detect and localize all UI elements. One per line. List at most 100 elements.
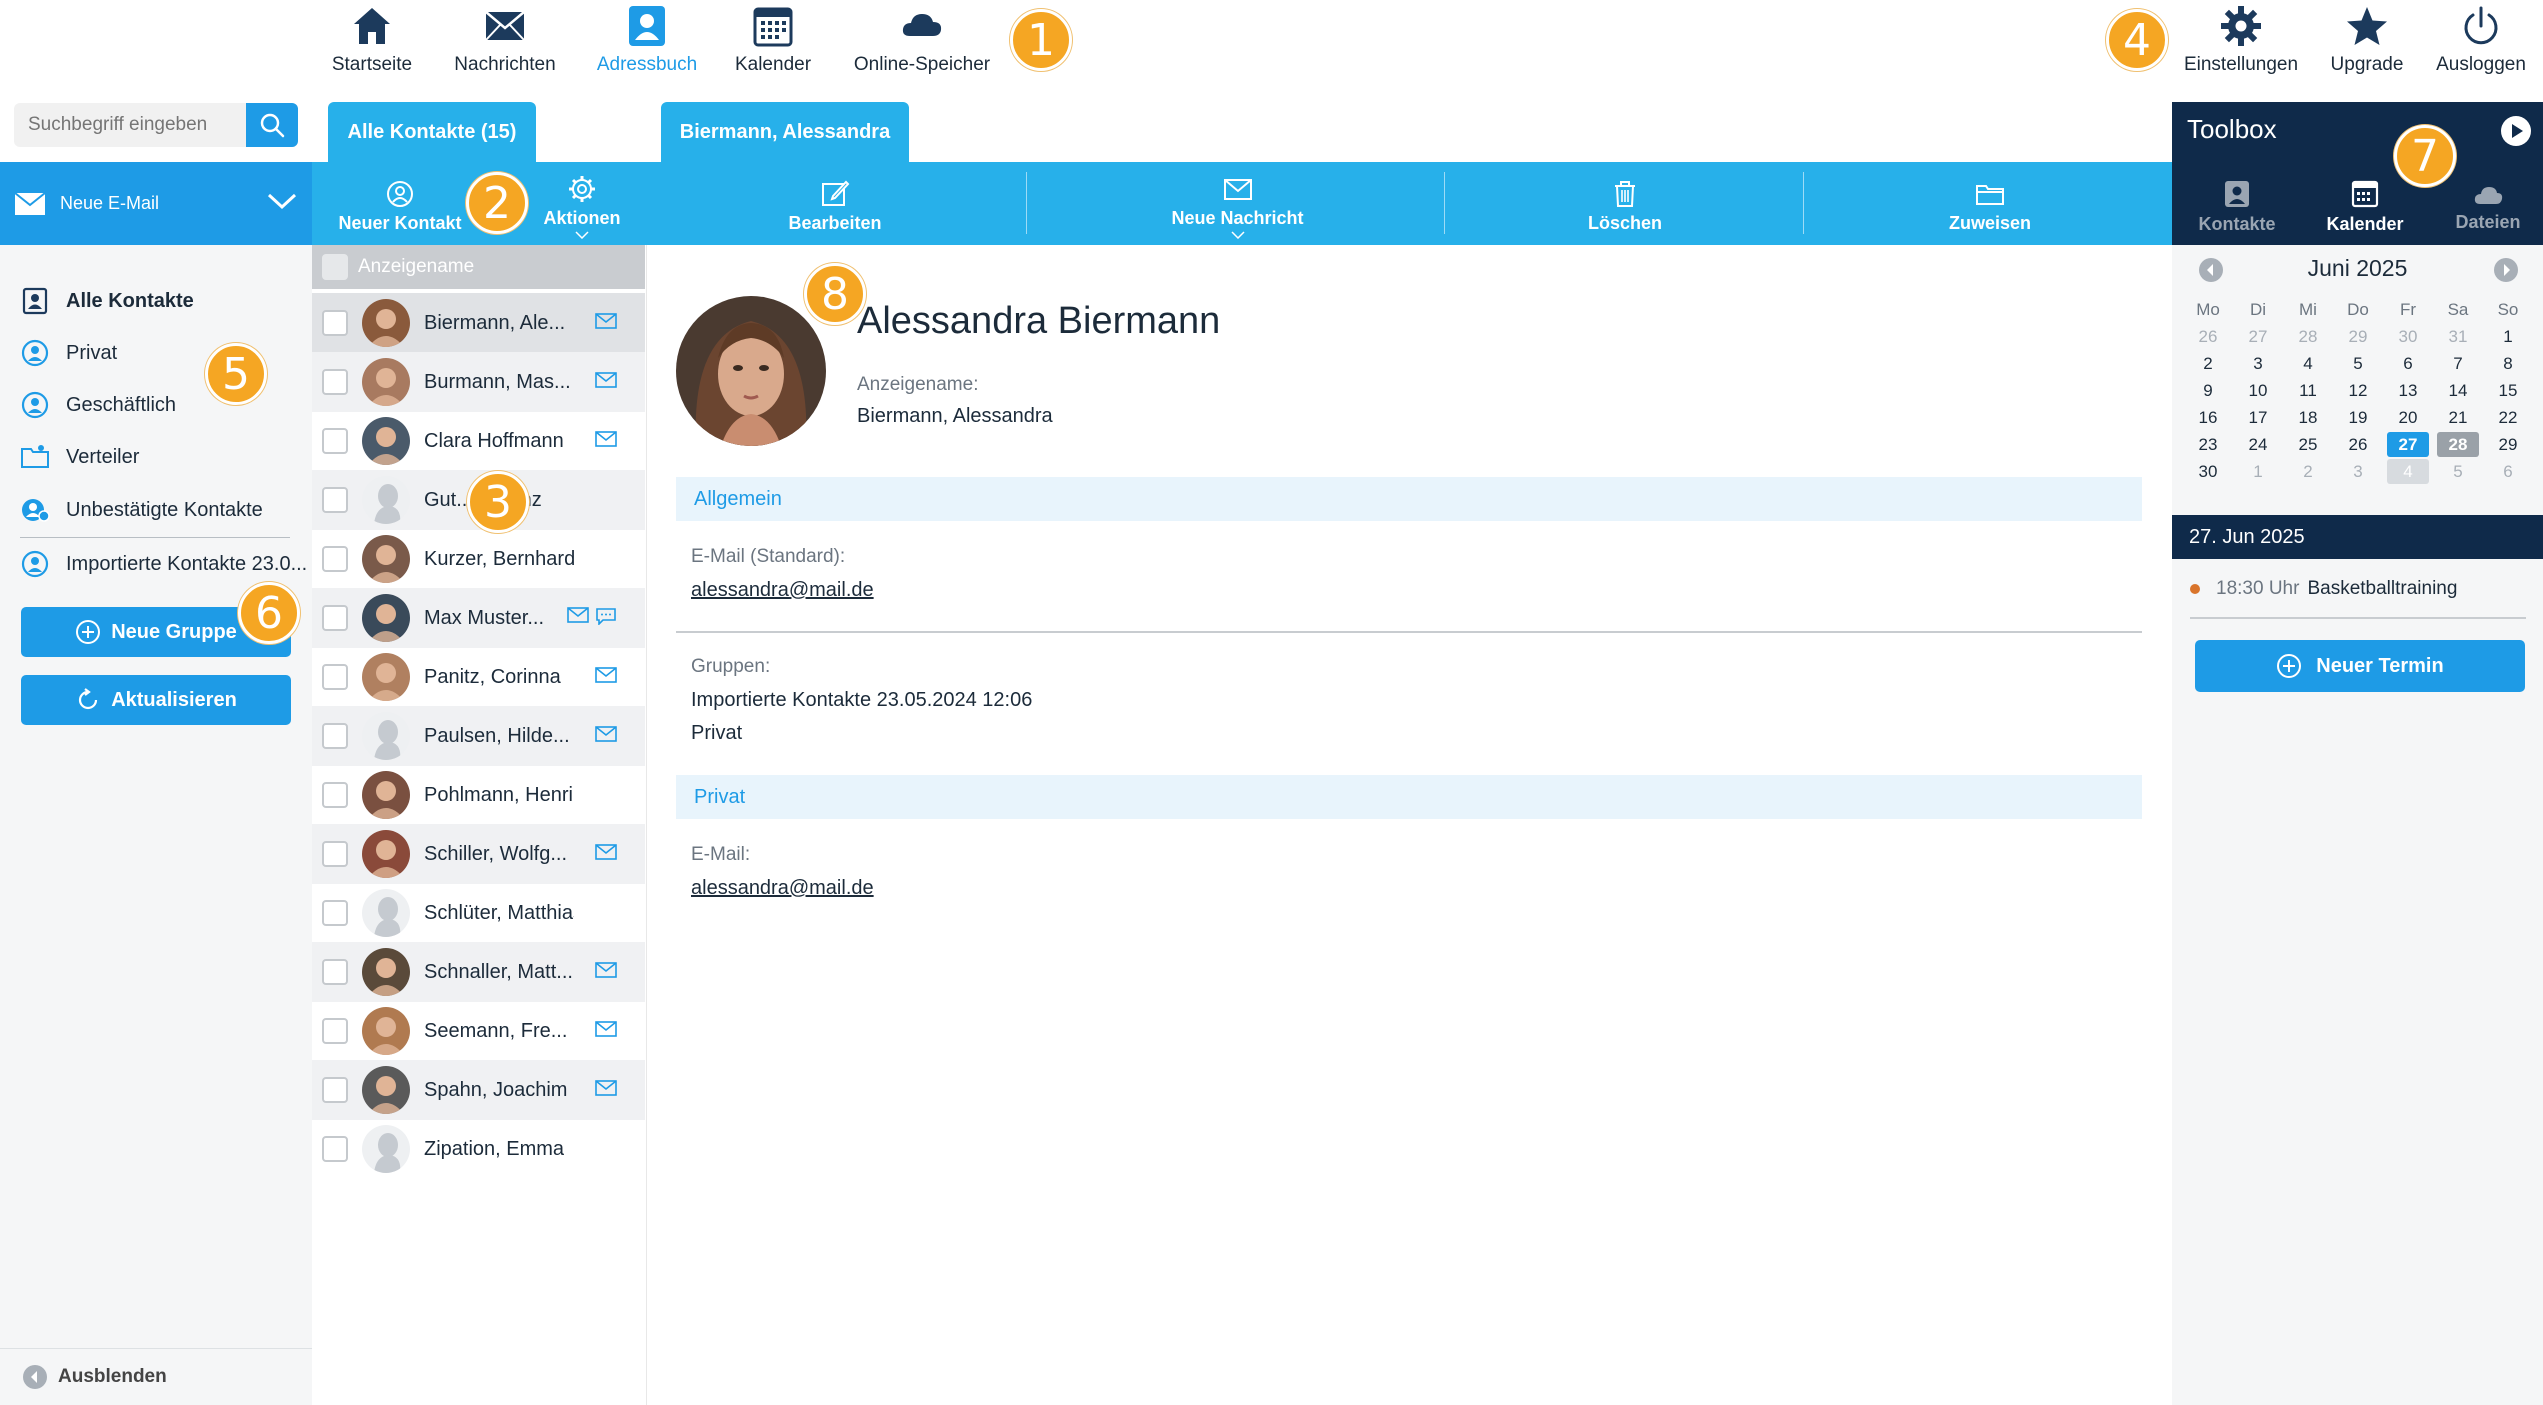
calendar-day[interactable]: 13 [2383, 377, 2433, 404]
calendar-day[interactable]: 27 [2233, 323, 2283, 350]
search-button[interactable] [246, 103, 298, 147]
play-icon[interactable] [2500, 115, 2532, 152]
nav-ausloggen[interactable]: Ausloggen [2430, 0, 2532, 100]
folder-verteiler[interactable]: Verteiler [20, 435, 139, 479]
mail-icon[interactable] [567, 606, 589, 630]
calendar-day[interactable]: 2 [2183, 350, 2233, 377]
contact-row[interactable]: Schiller, Wolfg... [312, 824, 645, 884]
row-checkbox[interactable] [322, 310, 348, 336]
calendar-day[interactable]: 26 [2183, 323, 2233, 350]
mail-icon[interactable] [595, 430, 617, 452]
contact-row[interactable]: Spahn, Joachim [312, 1060, 645, 1120]
mail-icon[interactable] [595, 666, 617, 688]
calendar-day[interactable]: 1 [2483, 323, 2533, 350]
calendar-day[interactable]: 28 [2283, 323, 2333, 350]
row-checkbox[interactable] [322, 369, 348, 395]
calendar-day[interactable]: 21 [2433, 404, 2483, 431]
new-contact-button[interactable]: Neuer Kontakt [333, 162, 467, 245]
calendar-day[interactable]: 23 [2183, 431, 2233, 458]
contact-row[interactable]: Schlüter, Matthias [312, 883, 645, 943]
mail-icon[interactable] [595, 312, 617, 334]
contact-row[interactable]: Seemann, Fre... [312, 1001, 645, 1061]
calendar-day[interactable]: 4 [2387, 459, 2429, 484]
calendar-day[interactable]: 31 [2433, 323, 2483, 350]
calendar-day[interactable]: 7 [2433, 350, 2483, 377]
calendar-day[interactable]: 5 [2333, 350, 2383, 377]
row-checkbox[interactable] [322, 900, 348, 926]
row-checkbox[interactable] [322, 959, 348, 985]
calendar-day[interactable]: 19 [2333, 404, 2383, 431]
nav-online-speicher[interactable]: Online-Speicher [842, 0, 1002, 100]
calendar-day[interactable]: 29 [2483, 431, 2533, 458]
calendar-day[interactable]: 3 [2333, 458, 2383, 485]
calendar-day[interactable]: 17 [2233, 404, 2283, 431]
calendar-day[interactable]: 28 [2437, 432, 2479, 457]
calendar-day[interactable]: 29 [2333, 323, 2383, 350]
calendar-day[interactable]: 22 [2483, 404, 2533, 431]
nav-nachrichten[interactable]: Nachrichten [448, 0, 562, 100]
calendar-day[interactable]: 20 [2383, 404, 2433, 431]
contact-row[interactable]: Pohlmann, Henrik [312, 765, 645, 825]
search-input[interactable] [14, 103, 246, 147]
calendar-day[interactable]: 30 [2183, 458, 2233, 485]
calendar-day[interactable]: 8 [2483, 350, 2533, 377]
row-checkbox[interactable] [322, 1077, 348, 1103]
mail-icon[interactable] [595, 843, 617, 865]
delete-button[interactable]: Löschen [1575, 162, 1675, 245]
calendar-day[interactable]: 5 [2433, 458, 2483, 485]
toolbox-tab-kalender[interactable]: Kalender [2310, 172, 2420, 242]
nav-einstellungen[interactable]: Einstellungen [2178, 0, 2304, 100]
contact-row[interactable]: Max Muster... [312, 588, 645, 648]
row-checkbox[interactable] [322, 723, 348, 749]
mail-icon[interactable] [595, 725, 617, 747]
mail-icon[interactable] [595, 1020, 617, 1042]
mail-icon[interactable] [595, 961, 617, 983]
calendar-day[interactable]: 3 [2233, 350, 2283, 377]
calendar-day[interactable]: 10 [2233, 377, 2283, 404]
folder-geschaeftlich[interactable]: Geschäftlich [20, 383, 176, 427]
chat-icon[interactable] [595, 607, 617, 630]
nav-adressbuch[interactable]: Adressbuch [592, 0, 702, 100]
calendar-day[interactable]: 12 [2333, 377, 2383, 404]
calendar-day[interactable]: 14 [2433, 377, 2483, 404]
calendar-day[interactable]: 27 [2387, 432, 2429, 457]
select-all-checkbox[interactable] [322, 254, 348, 280]
row-checkbox[interactable] [322, 664, 348, 690]
contact-row[interactable]: Zipation, Emma [312, 1119, 645, 1179]
contact-row[interactable]: Schnaller, Matt... [312, 942, 645, 1002]
assign-button[interactable]: Zuweisen [1935, 162, 2045, 245]
calendar-day[interactable]: 15 [2483, 377, 2533, 404]
contact-row[interactable]: Biermann, Ale... [312, 293, 645, 353]
folder-importierte[interactable]: Importierte Kontakte 23.0... [20, 542, 307, 586]
row-checkbox[interactable] [322, 841, 348, 867]
calendar-day[interactable]: 2 [2283, 458, 2333, 485]
row-checkbox[interactable] [322, 1018, 348, 1044]
tab-contact-detail[interactable]: Biermann, Alessandra [661, 102, 909, 162]
folder-all-contacts[interactable]: Alle Kontakte [20, 279, 194, 323]
calendar-day[interactable]: 11 [2283, 377, 2333, 404]
row-checkbox[interactable] [322, 1136, 348, 1162]
hide-sidebar-button[interactable]: Ausblenden [0, 1348, 312, 1405]
contact-row[interactable]: Burmann, Mas... [312, 352, 645, 412]
calendar-day[interactable]: 24 [2233, 431, 2283, 458]
nav-kalender[interactable]: Kalender [728, 0, 818, 100]
mail-icon[interactable] [595, 1079, 617, 1101]
row-checkbox[interactable] [322, 428, 348, 454]
new-message-button[interactable]: Neue Nachricht [1150, 162, 1325, 245]
calendar-day[interactable]: 9 [2183, 377, 2233, 404]
contact-row[interactable]: Paulsen, Hilde... [312, 706, 645, 766]
nav-startseite[interactable]: Startseite [328, 0, 416, 100]
contact-row[interactable]: Panitz, Corinna [312, 647, 645, 707]
next-month-icon[interactable] [2493, 257, 2519, 288]
mail-icon[interactable] [595, 371, 617, 393]
edit-button[interactable]: Bearbeiten [760, 162, 910, 245]
nav-upgrade[interactable]: Upgrade [2320, 0, 2414, 100]
calendar-day[interactable]: 1 [2233, 458, 2283, 485]
calendar-day[interactable]: 26 [2333, 431, 2383, 458]
email-standard-link[interactable]: alessandra@mail.de [691, 579, 874, 602]
calendar-day[interactable]: 6 [2383, 350, 2433, 377]
email-link[interactable]: alessandra@mail.de [691, 877, 874, 900]
calendar-day[interactable]: 30 [2383, 323, 2433, 350]
toolbox-tab-dateien[interactable]: Dateien [2433, 172, 2543, 242]
row-checkbox[interactable] [322, 487, 348, 513]
